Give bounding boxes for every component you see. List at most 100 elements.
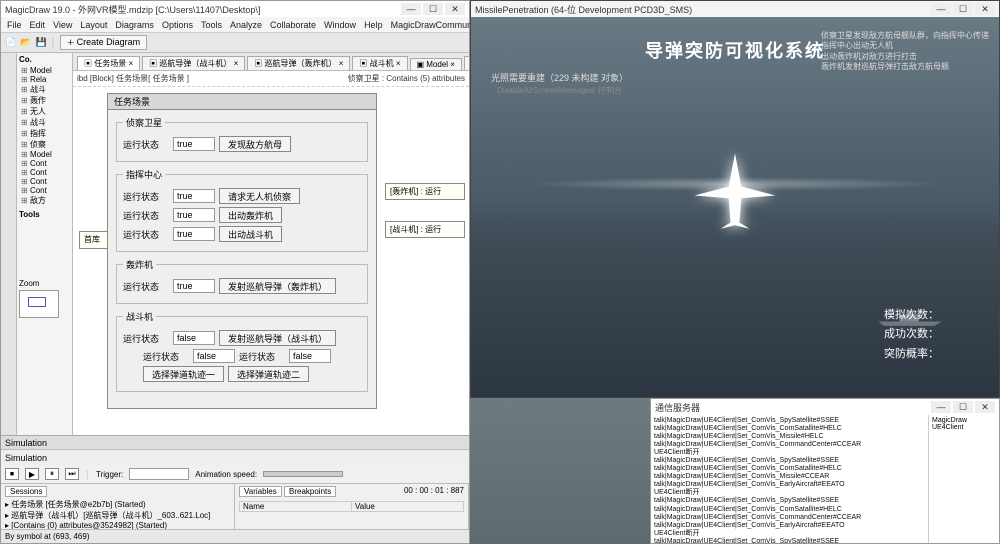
group-legend: 战斗机 (123, 310, 156, 323)
session-item[interactable]: ▸ [Contains (0) attributes@3524982] (Sta… (5, 521, 230, 529)
stat-probability: 突防概率： (884, 345, 939, 365)
tree-item[interactable]: Cont (19, 186, 70, 195)
state-field[interactable]: true (173, 208, 215, 222)
sessions-panel[interactable]: Sessions ▸ 任务场景 [任务场景@e2b7b] (Started)▸ … (1, 484, 235, 529)
action-button[interactable]: 出动轰炸机 (219, 207, 282, 223)
magicdraw-title: MagicDraw 19.0 - 外网VR模型.mdzip [C:\Users\… (5, 3, 260, 16)
magicdraw-titlebar[interactable]: MagicDraw 19.0 - 外网VR模型.mdzip [C:\Users\… (1, 1, 469, 17)
console-close-button[interactable]: ✕ (975, 401, 995, 413)
menu-help[interactable]: Help (364, 20, 383, 30)
editor-tab[interactable]: ▣ 巡航导弹（轰炸机） × (247, 56, 350, 70)
state-field[interactable]: true (173, 227, 215, 241)
sessions-tab[interactable]: Sessions (5, 486, 47, 497)
tree-item[interactable]: Model (19, 66, 70, 75)
maximize-button[interactable]: ☐ (423, 3, 443, 15)
log-line: talk|MagicDraw|UE4Client|Set_ComVis_SpyS… (654, 417, 925, 425)
state-field[interactable]: false (289, 349, 331, 363)
tree-item[interactable]: 战斗 (19, 117, 70, 128)
open-icon[interactable]: 📂 (20, 37, 31, 48)
sim-play-button[interactable]: ▶ (25, 468, 39, 480)
action-button[interactable]: 发射巡航导弹（轰炸机） (219, 278, 336, 294)
editor-tab[interactable]: ▣ 任务场景 × (77, 56, 140, 70)
trigger-select[interactable] (129, 468, 189, 480)
tree-item[interactable]: 敌方 (19, 195, 70, 206)
menu-view[interactable]: View (53, 20, 72, 30)
session-item[interactable]: ▸ 巡航导弹（战斗机）[巡航导弹（战斗机）_603..621.Loc] (5, 510, 230, 521)
minimize-button[interactable]: — (401, 3, 421, 15)
tree-item[interactable]: Cont (19, 159, 70, 168)
sim-step-button[interactable]: ⏭ (65, 468, 79, 480)
containment-tree-panel[interactable]: Co. ModelRela战斗轰作无人战斗指挥侦察ModelContContCo… (17, 53, 73, 435)
action-button[interactable]: 选择弹道轨迹一 (143, 366, 224, 382)
action-button[interactable]: 出动战斗机 (219, 226, 282, 242)
menu-collaborate[interactable]: Collaborate (270, 20, 316, 30)
zoom-overview[interactable] (19, 290, 59, 318)
menu-diagrams[interactable]: Diagrams (115, 20, 154, 30)
session-item[interactable]: ▸ 任务场景 [任务场景@e2b7b] (Started) (5, 499, 230, 510)
console-log[interactable]: talk|MagicDraw|UE4Client|Set_ComVis_SpyS… (651, 415, 929, 543)
state-field[interactable]: false (173, 331, 215, 345)
create-diagram-button[interactable]: 🞣 Create Diagram (60, 35, 147, 50)
tree-item[interactable]: Rela (19, 75, 70, 84)
state-field[interactable]: true (173, 137, 215, 151)
breakpoints-tab[interactable]: Breakpoints (284, 486, 336, 497)
log-line: talk|MagicDraw|UE4Client|Set_ComVis_ComS… (654, 425, 925, 433)
console-minimize-button[interactable]: — (931, 401, 951, 413)
viz-title-text: MissilePenetration (64-位 Development PCD… (475, 3, 692, 16)
sim-pause-button[interactable]: ⏸ (45, 468, 59, 480)
menu-options[interactable]: Options (162, 20, 193, 30)
menu-layout[interactable]: Layout (80, 20, 107, 30)
action-button[interactable]: 选择弹道轨迹二 (228, 366, 309, 382)
close-button[interactable]: ✕ (445, 3, 465, 15)
field-label: 运行状态 (123, 209, 169, 222)
menu-analyze[interactable]: Analyze (230, 20, 262, 30)
client-item[interactable]: UE4Client (932, 424, 996, 431)
tree-item[interactable]: Cont (19, 177, 70, 186)
save-icon[interactable]: 💾 (35, 37, 46, 48)
tree-item[interactable]: 战斗 (19, 84, 70, 95)
state-field[interactable]: true (173, 279, 215, 293)
editor-tab[interactable]: ▣ 巡航导弹（战斗机） × (142, 56, 245, 70)
tree-item[interactable]: 无人 (19, 106, 70, 117)
action-button[interactable]: 发现敌方航母 (219, 136, 291, 152)
block-right-2[interactable]: [战斗机] : 运行 (385, 221, 465, 238)
clients-list[interactable]: MagicDrawUE4Client (929, 415, 999, 543)
block-right-1[interactable]: [轰炸机] : 运行 (385, 183, 465, 200)
menu-window[interactable]: Window (324, 20, 356, 30)
viz-close-button[interactable]: ✕ (975, 3, 995, 15)
viz-titlebar[interactable]: MissilePenetration (64-位 Development PCD… (471, 1, 999, 17)
tree-item[interactable]: Model (19, 150, 70, 159)
console-maximize-button[interactable]: ☐ (953, 401, 973, 413)
editor-tab[interactable]: ▣ 战斗机 × (352, 56, 407, 70)
action-button[interactable]: 发射巡航导弹（战斗机） (219, 330, 336, 346)
anim-speed-slider[interactable] (263, 471, 343, 477)
simulation-tab[interactable]: Simulation (1, 435, 469, 449)
simulation-panel-header: Simulation (1, 449, 469, 465)
action-button[interactable]: 请求无人机侦察 (219, 188, 300, 204)
editor-tab[interactable]: ▣ Model × (410, 58, 462, 70)
client-item[interactable]: MagicDraw (932, 417, 996, 424)
tree-item[interactable]: 轰作 (19, 95, 70, 106)
variables-tab[interactable]: Variables (239, 486, 282, 497)
menu-tools[interactable]: Tools (201, 20, 222, 30)
tree-item[interactable]: Cont (19, 168, 70, 177)
new-icon[interactable]: 📄 (5, 37, 16, 48)
viz-3d-viewport[interactable]: 导弹突防可视化系统 侦察卫星发现敌方航母舰队群，向指挥中心传递指挥中心出动无人机… (471, 17, 999, 397)
tree-item[interactable]: 侦察 (19, 139, 70, 150)
viz-maximize-button[interactable]: ☐ (953, 3, 973, 15)
log-line: talk|MagicDraw|UE4Client|Set_ComVis_SpyS… (654, 497, 925, 505)
menu-edit[interactable]: Edit (30, 20, 46, 30)
console-titlebar[interactable]: 通信服务器 — ☐ ✕ (651, 399, 999, 415)
variables-panel[interactable]: Variables Breakpoints 00 : 00 : 01 : 887… (235, 484, 469, 529)
viz-minimize-button[interactable]: — (931, 3, 951, 15)
editor-tab[interactable]: ▣ 战斗机 × (464, 56, 469, 70)
tree-item[interactable]: 指挥 (19, 128, 70, 139)
state-field[interactable]: true (173, 189, 215, 203)
state-field[interactable]: false (193, 349, 235, 363)
dialog-titlebar[interactable]: 任务场景 (107, 93, 377, 109)
editor-tabs: ▣ 任务场景 ×▣ 巡航导弹（战斗机） ×▣ 巡航导弹（轰炸机） ×▣ 战斗机 … (73, 53, 469, 71)
sim-stop-button[interactable]: ⏹ (5, 468, 19, 480)
menu-file[interactable]: File (7, 20, 22, 30)
field-label: 运行状态 (123, 138, 169, 151)
log-line: talk|MagicDraw|UE4Client|Set_ComVis_Miss… (654, 473, 925, 481)
